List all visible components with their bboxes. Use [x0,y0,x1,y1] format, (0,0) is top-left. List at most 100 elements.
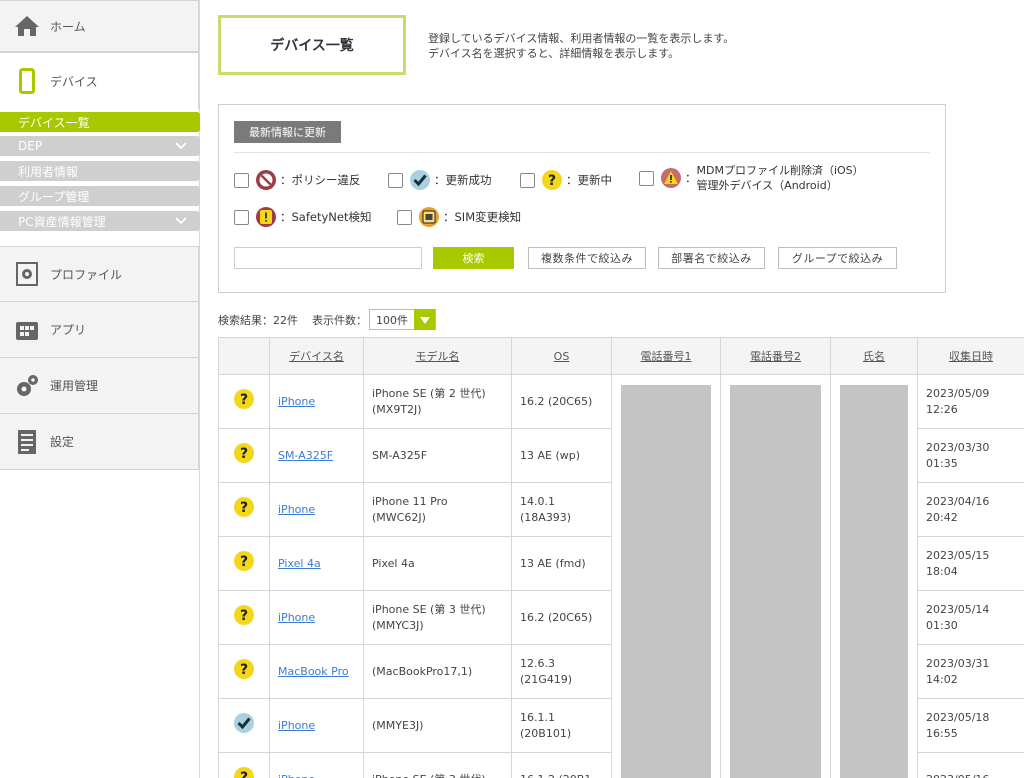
col-model[interactable]: モデル名 [363,337,512,375]
question-icon: ? [234,443,254,463]
redacted-block [840,536,908,591]
nav-settings[interactable]: 設定 [0,414,199,470]
col-collected-at[interactable]: 収集日時 [917,337,1024,375]
group-filter-button[interactable]: グループで絞込み [778,247,897,269]
device-link[interactable]: iPhone [278,395,315,408]
os-cell: 16.2 (20C65) [511,590,612,645]
status-cell [218,698,270,753]
filter-panel: 最新情報に更新 ：ポリシー違反 ：更新成功 ? ：更新中 ： MDMプロファイル… [218,104,946,293]
table-row: ? iPhone iPhone SE (第 2 世代) (MX9T2J) 16.2 (… [218,374,1024,429]
svg-text:?: ? [240,770,248,778]
collected-at-cell: 2023/05/16 [917,752,1024,778]
device-table: デバイス名 モデル名 OS 電話番号1 電話番号2 氏名 収集日時 ? iPhon… [218,337,1024,778]
model-cell: SM-A325F [363,428,512,483]
smartphone-icon [12,66,42,96]
phone2-cell [720,428,831,483]
device-name-cell: iPhone [269,374,364,429]
col-device-name[interactable]: デバイス名 [269,337,364,375]
col-owner[interactable]: 氏名 [830,337,918,375]
dept-filter-button[interactable]: 部署名で絞込み [658,247,765,269]
device-link[interactable]: iPhone [278,503,315,516]
redacted-block [840,385,908,429]
refresh-button[interactable]: 最新情報に更新 [234,121,341,143]
collected-at-cell: 2023/03/30 01:35 [917,428,1024,483]
safetynet-alert-icon [256,207,276,227]
phone1-cell [611,374,721,429]
nav-profile[interactable]: プロファイル [0,246,199,302]
redacted-block [840,698,908,753]
perpage-value: 100件 [376,313,408,327]
perpage-select[interactable]: 100件 [369,309,436,330]
policy-checkbox[interactable] [234,172,249,188]
search-button[interactable]: 検索 [433,247,514,269]
chevron-down-icon [175,142,187,150]
nav-device-label: デバイス [50,74,98,89]
redacted-block [621,482,711,537]
sidebar-item-device-list[interactable]: デバイス一覧 [0,112,200,132]
dropdown-arrow-icon [414,309,435,330]
home-icon [12,11,42,41]
redacted-block [621,428,711,483]
col-os[interactable]: OS [511,337,612,375]
nav-operation[interactable]: 運用管理 [0,358,199,414]
svg-text:?: ? [240,554,248,570]
updating-checkbox[interactable] [520,172,535,188]
phone2-cell [720,536,831,591]
success-checkbox[interactable] [388,172,403,188]
nav-device[interactable]: デバイス [0,52,199,109]
col-phone2[interactable]: 電話番号2 [720,337,831,375]
redacted-block [730,482,821,537]
table-row: ? iPhone iPhone SE (第 3 世代)16.1.2 (20B1 202… [218,752,1024,778]
search-input[interactable] [234,247,422,269]
device-name-cell: iPhone [269,752,364,778]
os-cell: 16.2 (20C65) [511,374,612,429]
status-cell: ? [218,536,270,591]
device-link[interactable]: MacBook Pro [278,665,349,678]
model-cell: (MacBookPro17,1) [363,644,512,699]
sim-checkbox[interactable] [397,209,412,225]
model-cell: Pixel 4a [363,536,512,591]
redacted-block [621,536,711,591]
phone2-cell [720,590,831,645]
phone1-cell [611,590,721,645]
nav-profile-label: プロファイル [50,267,123,282]
svg-text:?: ? [240,446,248,462]
device-name-cell: Pixel 4a [269,536,364,591]
col-phone1[interactable]: 電話番号1 [611,337,721,375]
device-link[interactable]: SM-A325F [278,449,333,462]
sidebar-item-group-mgmt[interactable]: グループ管理 [0,186,200,206]
sidebar-item-pc-asset[interactable]: PC資産情報管理 [0,211,200,231]
status-cell: ? [218,374,270,429]
device-link[interactable]: iPhone [278,773,315,778]
sidebar: ホーム デバイス デバイス一覧 DEP 利用者情報 グループ管理 PC資産情報管… [0,0,200,778]
nav-home[interactable]: ホーム [0,0,199,52]
multi-filter-button[interactable]: 複数条件で絞込み [528,247,646,269]
phone2-cell [720,482,831,537]
os-cell: 13 AE (fmd) [511,536,612,591]
device-name-cell: iPhone [269,590,364,645]
redacted-block [730,428,821,483]
redacted-block [730,698,821,753]
redacted-block [621,698,711,753]
redacted-block [840,428,908,483]
safetynet-checkbox[interactable] [234,209,249,225]
device-link[interactable]: iPhone [278,611,315,624]
owner-cell [830,590,918,645]
sidebar-item-user-info[interactable]: 利用者情報 [0,161,200,181]
nav-app[interactable]: アプリ [0,302,199,358]
sidebar-item-dep[interactable]: DEP [0,136,200,156]
owner-cell [830,428,918,483]
phone1-cell [611,482,721,537]
redacted-block [621,644,711,699]
page-description: 登録しているデバイス情報、利用者情報の一覧を表示します。 デバイス名を選択すると… [428,32,735,60]
filter-policy-violation: ：ポリシー違反 [234,169,361,191]
collected-at-cell: 2023/04/16 20:42 [917,482,1024,537]
device-link[interactable]: iPhone [278,719,315,732]
mdm-checkbox[interactable] [639,170,654,186]
phone2-cell [720,752,831,778]
filter-safetynet: ：SafetyNet検知 [234,206,371,228]
result-summary: 検索結果：22件 表示件数： 100件 [218,309,436,330]
phone1-cell [611,698,721,753]
device-link[interactable]: Pixel 4a [278,557,321,570]
chevron-down-icon [175,217,187,225]
